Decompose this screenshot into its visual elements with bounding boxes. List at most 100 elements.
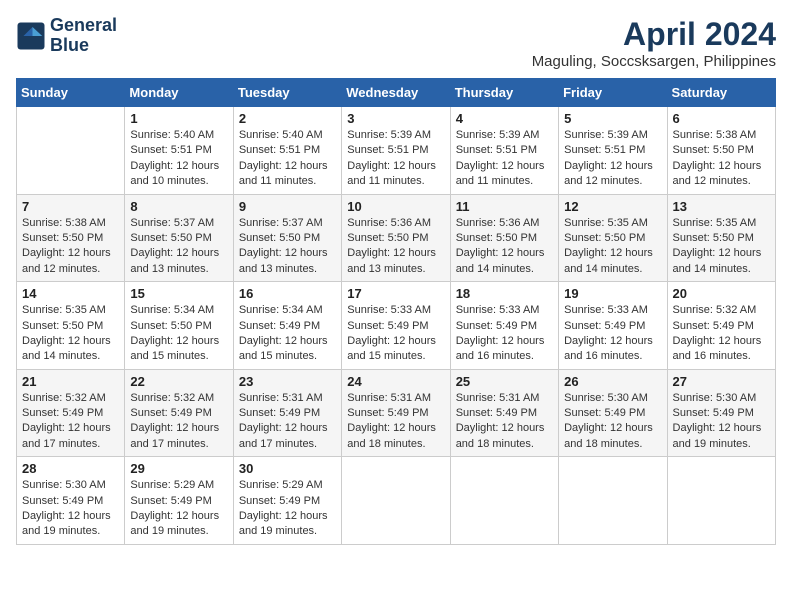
day-number: 22 — [130, 374, 227, 389]
calendar-cell: 29 Sunrise: 5:29 AMSunset: 5:49 PMDayligh… — [125, 457, 233, 545]
day-info: Sunrise: 5:38 AMSunset: 5:50 PMDaylight:… — [673, 128, 770, 190]
day-number: 13 — [673, 199, 770, 214]
calendar-cell: 1 Sunrise: 5:40 AMSunset: 5:51 PMDaylight… — [125, 107, 233, 195]
day-number: 19 — [564, 286, 661, 301]
day-info: Sunrise: 5:34 AMSunset: 5:50 PMDaylight:… — [130, 303, 227, 365]
weekday-header-friday: Friday — [559, 79, 667, 107]
calendar-cell: 4Sunrise: 5:39 AMSunset: 5:51 PMDaylight… — [450, 107, 558, 195]
day-number: 27 — [673, 374, 770, 389]
calendar-week-row: 7 Sunrise: 5:38 AMSunset: 5:50 PMDaylight… — [17, 194, 776, 282]
day-number: 23 — [239, 374, 336, 389]
day-info: Sunrise: 5:30 AMSunset: 5:49 PMDaylight:… — [22, 478, 119, 540]
day-info: Sunrise: 5:34 AMSunset: 5:49 PMDaylight:… — [239, 303, 336, 365]
day-number: 14 — [22, 286, 119, 301]
calendar-cell: 7 Sunrise: 5:38 AMSunset: 5:50 PMDaylight… — [17, 194, 125, 282]
day-number: 26 — [564, 374, 661, 389]
calendar-table: SundayMondayTuesdayWednesdayThursdayFrid… — [16, 78, 776, 545]
day-number: 10 — [347, 199, 444, 214]
day-number: 8 — [130, 199, 227, 214]
calendar-cell: 14 Sunrise: 5:35 AMSunset: 5:50 PMDayligh… — [17, 282, 125, 370]
day-info: Sunrise: 5:35 AMSunset: 5:50 PMDaylight:… — [22, 303, 119, 365]
calendar-header-row: SundayMondayTuesdayWednesdayThursdayFrid… — [17, 79, 776, 107]
day-info: Sunrise: 5:39 AMSunset: 5:51 PMDaylight:… — [564, 128, 661, 190]
calendar-cell — [559, 457, 667, 545]
day-number: 2 — [239, 111, 336, 126]
day-info: Sunrise: 5:31 AMSunset: 5:49 PMDaylight:… — [347, 391, 444, 453]
calendar-cell: 30 Sunrise: 5:29 AMSunset: 5:49 PMDayligh… — [233, 457, 341, 545]
logo: General Blue — [16, 16, 117, 56]
day-info: Sunrise: 5:36 AMSunset: 5:50 PMDaylight:… — [456, 216, 553, 278]
day-info: Sunrise: 5:37 AMSunset: 5:50 PMDaylight:… — [130, 216, 227, 278]
day-number: 25 — [456, 374, 553, 389]
page-header: General Blue April 2024 Maguling, Soccsk… — [16, 16, 776, 70]
calendar-cell: 9 Sunrise: 5:37 AMSunset: 5:50 PMDaylight… — [233, 194, 341, 282]
day-info: Sunrise: 5:33 AMSunset: 5:49 PMDaylight:… — [456, 303, 553, 365]
calendar-cell: 28 Sunrise: 5:30 AMSunset: 5:49 PMDayligh… — [17, 457, 125, 545]
day-number: 21 — [22, 374, 119, 389]
day-number: 1 — [130, 111, 227, 126]
day-info: Sunrise: 5:31 AMSunset: 5:49 PMDaylight:… — [239, 391, 336, 453]
day-info: Sunrise: 5:40 AMSunset: 5:51 PMDaylight:… — [239, 128, 336, 190]
day-info: Sunrise: 5:31 AMSunset: 5:49 PMDaylight:… — [456, 391, 553, 453]
day-number: 12 — [564, 199, 661, 214]
day-info: Sunrise: 5:36 AMSunset: 5:50 PMDaylight:… — [347, 216, 444, 278]
day-number: 28 — [22, 461, 119, 476]
calendar-cell — [17, 107, 125, 195]
weekday-header-saturday: Saturday — [667, 79, 775, 107]
day-number: 29 — [130, 461, 227, 476]
calendar-cell: 26 Sunrise: 5:30 AMSunset: 5:49 PMDayligh… — [559, 369, 667, 457]
calendar-cell: 18 Sunrise: 5:33 AMSunset: 5:49 PMDayligh… — [450, 282, 558, 370]
weekday-header-wednesday: Wednesday — [342, 79, 450, 107]
day-number: 3 — [347, 111, 444, 126]
day-info: Sunrise: 5:29 AMSunset: 5:49 PMDaylight:… — [239, 478, 336, 540]
calendar-cell: 16 Sunrise: 5:34 AMSunset: 5:49 PMDayligh… — [233, 282, 341, 370]
day-number: 9 — [239, 199, 336, 214]
calendar-cell: 23 Sunrise: 5:31 AMSunset: 5:49 PMDayligh… — [233, 369, 341, 457]
logo-text: General Blue — [50, 16, 117, 56]
calendar-cell — [450, 457, 558, 545]
location-title: Maguling, Soccsksargen, Philippines — [532, 53, 776, 70]
calendar-cell: 10 Sunrise: 5:36 AMSunset: 5:50 PMDayligh… — [342, 194, 450, 282]
weekday-header-monday: Monday — [125, 79, 233, 107]
calendar-cell: 11 Sunrise: 5:36 AMSunset: 5:50 PMDayligh… — [450, 194, 558, 282]
day-info: Sunrise: 5:37 AMSunset: 5:50 PMDaylight:… — [239, 216, 336, 278]
calendar-cell: 22Sunrise: 5:32 AMSunset: 5:49 PMDayligh… — [125, 369, 233, 457]
day-number: 18 — [456, 286, 553, 301]
day-info: Sunrise: 5:30 AMSunset: 5:49 PMDaylight:… — [564, 391, 661, 453]
calendar-week-row: 1 Sunrise: 5:40 AMSunset: 5:51 PMDaylight… — [17, 107, 776, 195]
day-info: Sunrise: 5:29 AMSunset: 5:49 PMDaylight:… — [130, 478, 227, 540]
title-block: April 2024 Maguling, Soccsksargen, Phili… — [532, 16, 776, 70]
weekday-header-tuesday: Tuesday — [233, 79, 341, 107]
logo-icon — [16, 21, 46, 51]
calendar-cell: 27Sunrise: 5:30 AMSunset: 5:49 PMDayligh… — [667, 369, 775, 457]
day-number: 7 — [22, 199, 119, 214]
calendar-week-row: 14 Sunrise: 5:35 AMSunset: 5:50 PMDayligh… — [17, 282, 776, 370]
day-info: Sunrise: 5:35 AMSunset: 5:50 PMDaylight:… — [673, 216, 770, 278]
calendar-cell: 20Sunrise: 5:32 AMSunset: 5:49 PMDayligh… — [667, 282, 775, 370]
day-number: 4 — [456, 111, 553, 126]
day-number: 16 — [239, 286, 336, 301]
calendar-cell: 17Sunrise: 5:33 AMSunset: 5:49 PMDayligh… — [342, 282, 450, 370]
calendar-cell: 24 Sunrise: 5:31 AMSunset: 5:49 PMDayligh… — [342, 369, 450, 457]
calendar-cell: 6 Sunrise: 5:38 AMSunset: 5:50 PMDaylight… — [667, 107, 775, 195]
calendar-week-row: 21 Sunrise: 5:32 AMSunset: 5:49 PMDayligh… — [17, 369, 776, 457]
day-info: Sunrise: 5:33 AMSunset: 5:49 PMDaylight:… — [347, 303, 444, 365]
day-number: 15 — [130, 286, 227, 301]
weekday-header-sunday: Sunday — [17, 79, 125, 107]
calendar-cell: 25 Sunrise: 5:31 AMSunset: 5:49 PMDayligh… — [450, 369, 558, 457]
day-info: Sunrise: 5:33 AMSunset: 5:49 PMDaylight:… — [564, 303, 661, 365]
day-info: Sunrise: 5:39 AMSunset: 5:51 PMDaylight:… — [347, 128, 444, 190]
day-info: Sunrise: 5:38 AMSunset: 5:50 PMDaylight:… — [22, 216, 119, 278]
calendar-cell: 3 Sunrise: 5:39 AMSunset: 5:51 PMDaylight… — [342, 107, 450, 195]
calendar-cell: 19 Sunrise: 5:33 AMSunset: 5:49 PMDayligh… — [559, 282, 667, 370]
day-info: Sunrise: 5:40 AMSunset: 5:51 PMDaylight:… — [130, 128, 227, 190]
day-info: Sunrise: 5:32 AMSunset: 5:49 PMDaylight:… — [22, 391, 119, 453]
day-number: 24 — [347, 374, 444, 389]
calendar-cell: 13 Sunrise: 5:35 AMSunset: 5:50 PMDayligh… — [667, 194, 775, 282]
day-number: 11 — [456, 199, 553, 214]
day-number: 6 — [673, 111, 770, 126]
day-number: 30 — [239, 461, 336, 476]
calendar-week-row: 28 Sunrise: 5:30 AMSunset: 5:49 PMDayligh… — [17, 457, 776, 545]
calendar-cell — [342, 457, 450, 545]
calendar-cell — [667, 457, 775, 545]
